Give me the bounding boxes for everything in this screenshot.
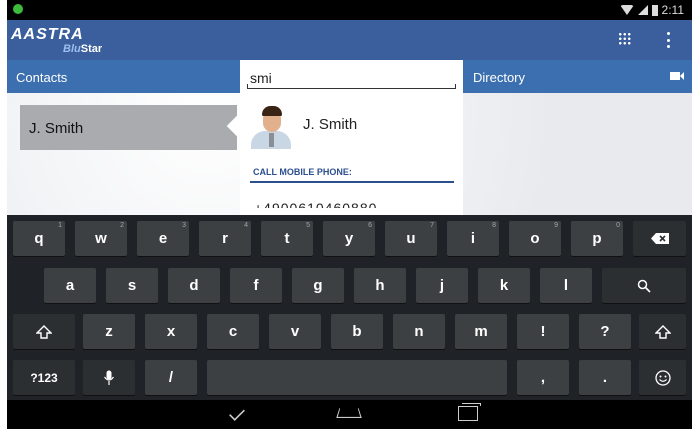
key-exclamation[interactable]: !: [517, 314, 569, 349]
tab-contacts[interactable]: Contacts: [16, 70, 67, 85]
key-a[interactable]: a: [44, 268, 96, 303]
key-comma[interactable]: ,: [517, 360, 569, 395]
wifi-icon: [619, 5, 634, 15]
key-t[interactable]: t5: [261, 221, 313, 256]
section-divider: [250, 181, 454, 183]
search-input[interactable]: smi: [240, 60, 463, 93]
key-i[interactable]: i8: [447, 221, 499, 256]
key-question[interactable]: ?: [579, 314, 631, 349]
dialpad-icon[interactable]: [618, 32, 632, 46]
key-d[interactable]: d: [168, 268, 220, 303]
key-k[interactable]: k: [478, 268, 530, 303]
search-icon: [637, 279, 651, 293]
search-query: smi: [250, 70, 272, 86]
key-n[interactable]: n: [393, 314, 445, 349]
key-g[interactable]: g: [292, 268, 344, 303]
backspace-icon: [650, 233, 669, 244]
logo-subtitle: BluStar: [63, 43, 103, 55]
key-f[interactable]: f: [230, 268, 282, 303]
key-slash[interactable]: /: [145, 360, 197, 395]
video-call-icon[interactable]: [670, 72, 680, 80]
key-m[interactable]: m: [455, 314, 507, 349]
key-u[interactable]: u7: [385, 221, 437, 256]
logo-text: AASTRA: [11, 26, 84, 43]
call-mobile-label: CALL MOBILE PHONE:: [253, 167, 352, 177]
contact-row[interactable]: J. Smith: [20, 105, 237, 150]
key-backspace[interactable]: [633, 221, 686, 256]
shift-icon: [36, 324, 52, 339]
system-nav-bar: [7, 400, 692, 429]
key-shift-right[interactable]: [639, 314, 686, 349]
recent-apps-icon[interactable]: [458, 403, 481, 421]
key-o[interactable]: o9: [509, 221, 561, 256]
key-p[interactable]: p0: [571, 221, 623, 256]
key-x[interactable]: x: [145, 314, 197, 349]
back-icon[interactable]: [229, 405, 245, 421]
mic-icon: [104, 370, 114, 385]
search-popup: smi J. Smith CALL MOBILE PHONE: +4900610…: [240, 60, 463, 215]
notification-check-icon: [13, 4, 23, 14]
app-logo[interactable]: AASTRA BluStar: [11, 26, 102, 55]
overflow-menu-icon[interactable]: [667, 32, 671, 48]
key-j[interactable]: j: [416, 268, 468, 303]
result-name[interactable]: J. Smith: [303, 116, 357, 133]
app-bar: AASTRA BluStar: [7, 20, 692, 60]
key-space[interactable]: [207, 360, 507, 395]
key-c[interactable]: c: [207, 314, 259, 349]
key-emoji[interactable]: [639, 360, 686, 395]
key-l[interactable]: l: [540, 268, 592, 303]
key-v[interactable]: v: [269, 314, 321, 349]
key-r[interactable]: r4: [199, 221, 251, 256]
key-period[interactable]: .: [579, 360, 631, 395]
shift-icon: [654, 324, 671, 339]
key-symbols[interactable]: ?123: [13, 360, 75, 395]
key-shift-left[interactable]: [13, 314, 75, 349]
contact-name: J. Smith: [29, 120, 84, 137]
key-search[interactable]: [602, 268, 686, 303]
key-b[interactable]: b: [331, 314, 383, 349]
emoji-icon: [654, 369, 671, 386]
tab-directory[interactable]: Directory: [473, 70, 525, 85]
phone-number[interactable]: +4900610460880: [254, 200, 377, 208]
key-w[interactable]: w2: [75, 221, 127, 256]
search-underline: [247, 84, 456, 89]
avatar: [249, 103, 293, 149]
key-z[interactable]: z: [83, 314, 135, 349]
key-e[interactable]: e3: [137, 221, 189, 256]
key-q[interactable]: q1: [13, 221, 65, 256]
key-mic[interactable]: [83, 360, 135, 395]
home-icon[interactable]: [338, 407, 360, 419]
device-screen: 2:11 AASTRA BluStar Contacts Directory J…: [7, 0, 692, 429]
key-s[interactable]: s: [106, 268, 158, 303]
soft-keyboard: q1 w2 e3 r4 t5 y6 u7 i8 o9 p0 a s d f g …: [7, 215, 692, 400]
battery-icon: [651, 4, 658, 16]
key-h[interactable]: h: [354, 268, 406, 303]
key-y[interactable]: y6: [323, 221, 375, 256]
status-bar: 2:11: [7, 0, 692, 20]
signal-icon: [637, 5, 648, 15]
status-time: 2:11: [661, 3, 684, 17]
